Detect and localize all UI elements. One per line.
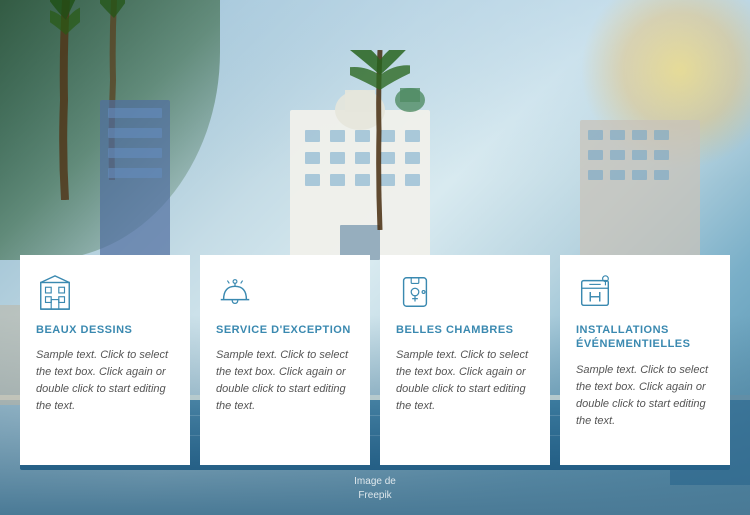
key-icon — [396, 273, 436, 313]
card-3-title: BELLES CHAMBRES — [396, 323, 534, 337]
card-4-title: INSTALLATIONS ÉVÉNEMENTIELLES — [576, 323, 714, 352]
building-icon — [36, 273, 76, 313]
card-1-text: Sample text. Click to select the text bo… — [36, 347, 174, 415]
card-belles-chambres: BELLES CHAMBRES Sample text. Click to se… — [380, 255, 550, 465]
beach-chairs-left — [0, 305, 22, 405]
card-2-title: SERVICE D'EXCEPTION — [216, 323, 354, 337]
cards-container: BEAUX DESSINS Sample text. Click to sele… — [20, 255, 730, 465]
image-credit-line2: Freepik — [358, 490, 391, 501]
left-building — [100, 100, 170, 260]
card-2-text: Sample text. Click to select the text bo… — [216, 347, 354, 415]
card-beaux-dessins: BEAUX DESSINS Sample text. Click to sele… — [20, 255, 190, 465]
card-1-title: BEAUX DESSINS — [36, 323, 174, 337]
card-4-text: Sample text. Click to select the text bo… — [576, 362, 714, 430]
image-credit-line1: Image de — [354, 476, 396, 487]
card-service-exception: SERVICE D'EXCEPTION Sample text. Click t… — [200, 255, 370, 465]
card-3-text: Sample text. Click to select the text bo… — [396, 347, 534, 415]
image-credit: Image de Freepik — [354, 475, 396, 503]
card-installations: INSTALLATIONS ÉVÉNEMENTIELLES Sample tex… — [560, 255, 730, 465]
palm-trunk — [50, 0, 80, 200]
center-palm — [350, 50, 410, 230]
bell-icon — [216, 273, 256, 313]
right-buildings — [580, 120, 700, 260]
hotel-icon — [576, 273, 616, 313]
